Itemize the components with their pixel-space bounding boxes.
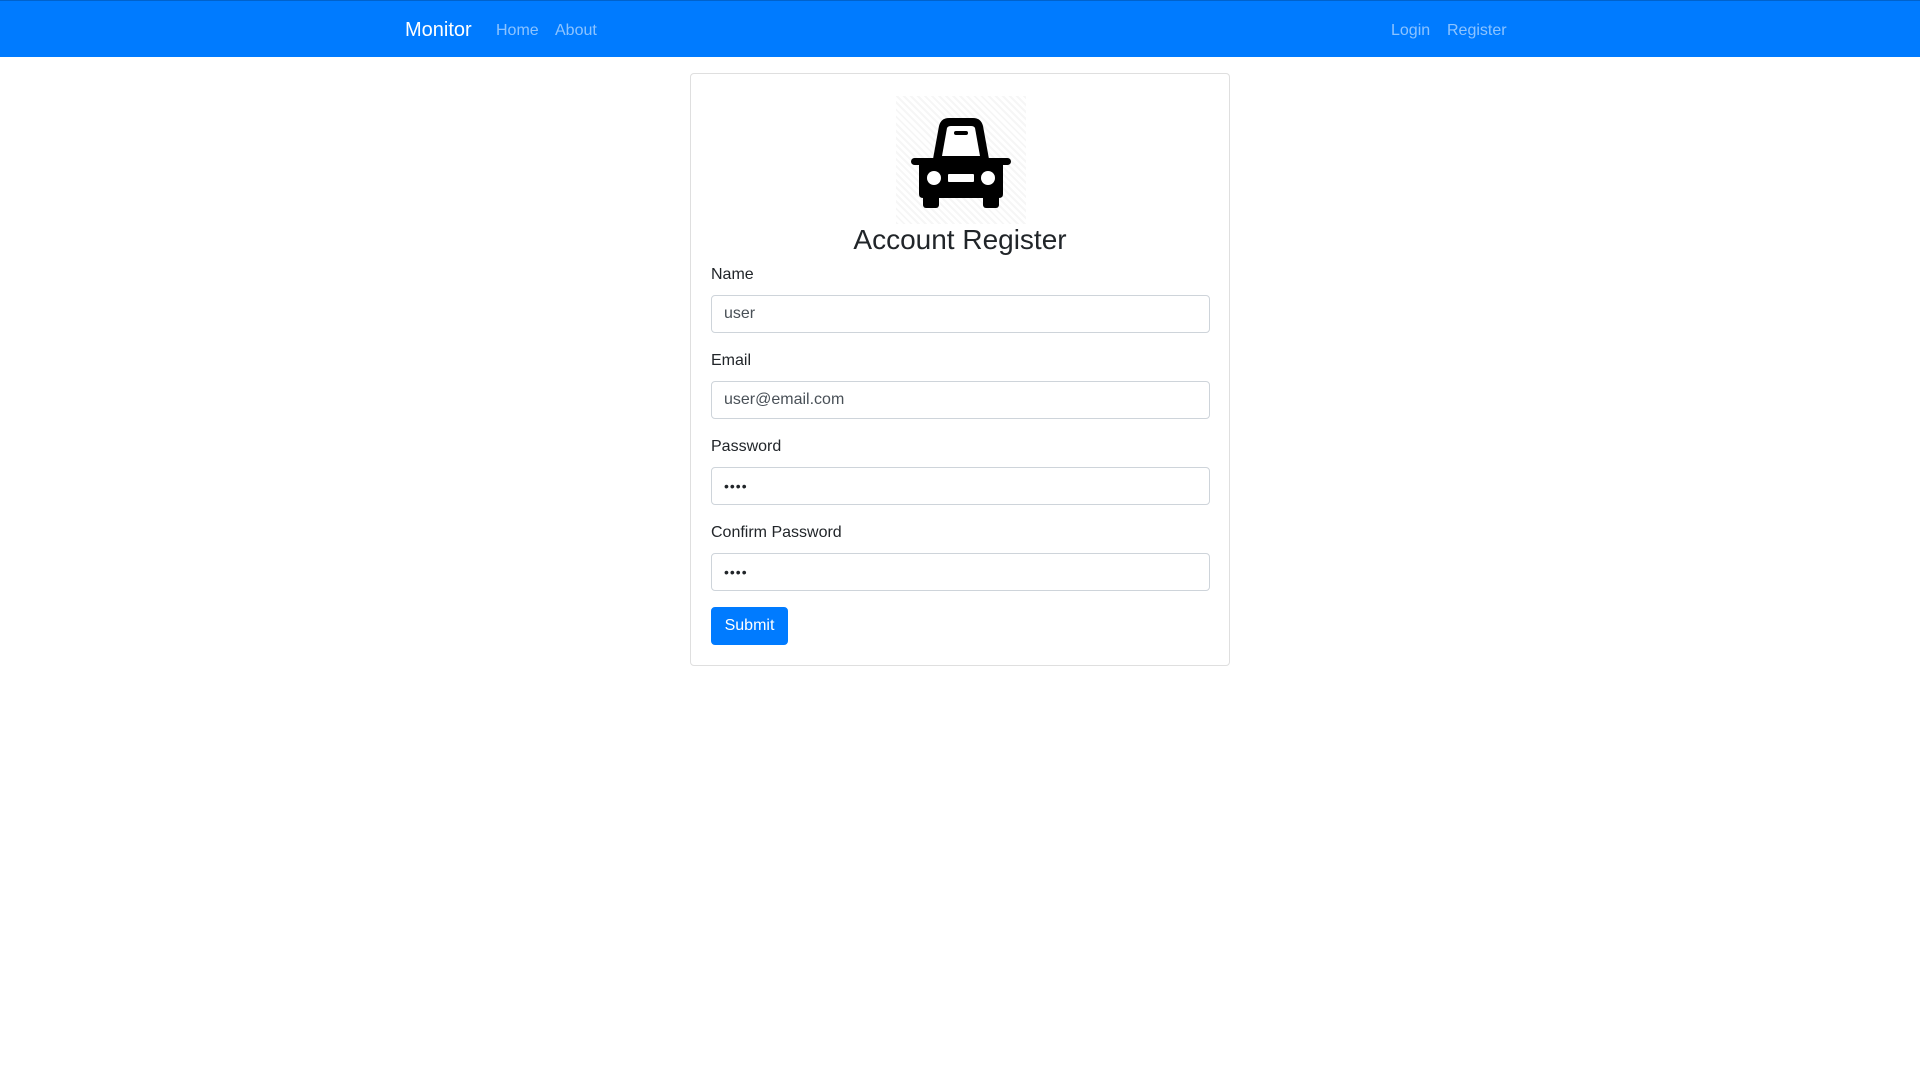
car-icon [911, 118, 1011, 208]
nav-link-login[interactable]: Login [1391, 21, 1430, 41]
page-title: Account Register [853, 224, 1067, 255]
name-input[interactable] [711, 295, 1210, 333]
register-card: Account Register Name Email Password Con… [690, 73, 1230, 666]
password-input[interactable] [711, 467, 1210, 505]
logo-image [896, 96, 1026, 224]
email-label: Email [711, 352, 752, 369]
confirm-password-label: Confirm Password [711, 524, 842, 541]
navbar-brand[interactable]: Monitor [405, 18, 472, 42]
confirm-password-input[interactable] [711, 553, 1210, 591]
password-label: Password [711, 438, 782, 455]
nav-link-register[interactable]: Register [1447, 21, 1507, 41]
nav-link-home[interactable]: Home [496, 21, 539, 41]
email-input[interactable] [711, 381, 1210, 419]
name-label: Name [711, 266, 754, 283]
nav-link-about[interactable]: About [555, 21, 597, 41]
top-navbar: Monitor Home About Login Register [0, 0, 1920, 57]
submit-button[interactable]: Submit [711, 607, 788, 645]
